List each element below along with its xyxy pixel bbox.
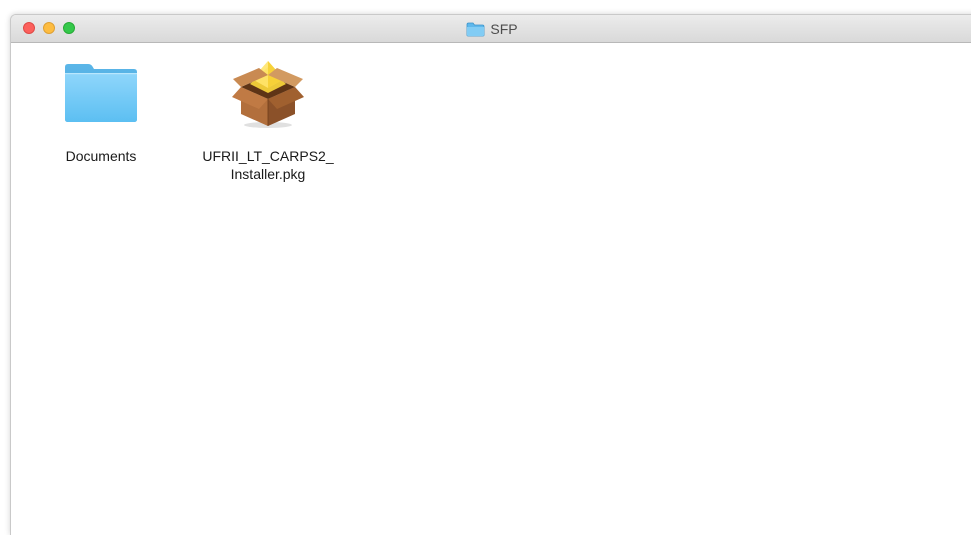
pkg-installer-item[interactable]: UFRII_LT_CARPS2_ Installer.pkg [193, 57, 343, 183]
documents-label: Documents [65, 148, 137, 164]
folder-icon[interactable] [59, 57, 143, 129]
folder-content-area[interactable]: Documents UFRII_LT_CARPS2_ Installer.pkg [11, 43, 971, 535]
window-title-group: SFP [11, 15, 971, 43]
pkg-installer-label: UFRII_LT_CARPS2_ Installer.pkg [202, 148, 334, 182]
documents-folder-item[interactable]: Documents [26, 57, 176, 165]
package-installer-icon[interactable] [226, 57, 310, 129]
window-title: SFP [490, 21, 518, 37]
finder-window: SFP Documents UFRII_LT_CARPS2_ Installer… [10, 14, 971, 535]
title-bar[interactable]: SFP [11, 15, 971, 43]
folder-icon [466, 22, 485, 37]
